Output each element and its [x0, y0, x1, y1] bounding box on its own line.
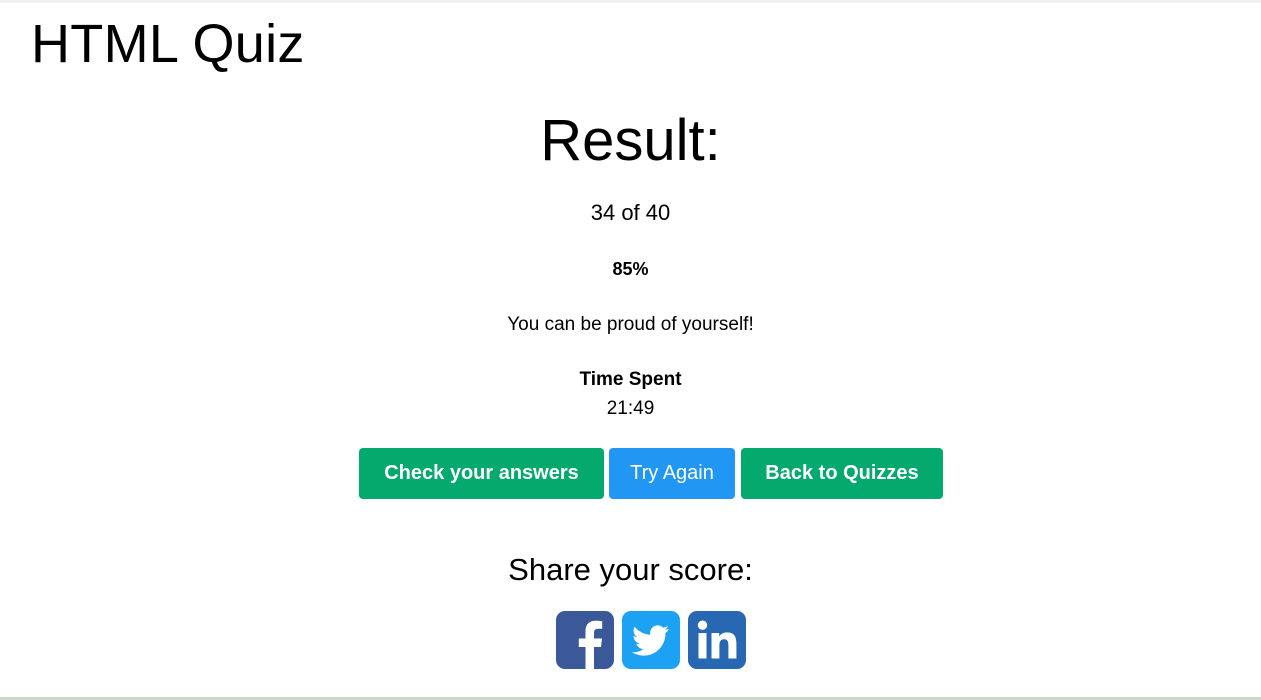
facebook-icon — [556, 611, 614, 669]
check-answers-button[interactable]: Check your answers — [359, 448, 604, 499]
time-spent-value: 21:49 — [606, 398, 655, 419]
result-message: You can be proud of yourself! — [507, 314, 754, 335]
share-heading: Share your score: — [508, 552, 753, 587]
back-to-quizzes-button[interactable]: Back to Quizzes — [741, 448, 943, 499]
try-again-button[interactable]: Try Again — [609, 448, 735, 499]
linkedin-icon — [688, 611, 746, 669]
score-text: 34 of 40 — [590, 200, 671, 225]
twitter-icon — [622, 611, 680, 669]
score-percent: 85% — [612, 259, 649, 279]
page-title: HTML Quiz — [31, 14, 305, 74]
twitter-share-button[interactable] — [622, 611, 680, 669]
facebook-share-button[interactable] — [556, 611, 614, 669]
top-border — [0, 0, 1261, 3]
linkedin-share-button[interactable] — [688, 611, 746, 669]
time-spent-label: Time Spent — [579, 369, 682, 390]
result-heading: Result: — [540, 108, 721, 173]
